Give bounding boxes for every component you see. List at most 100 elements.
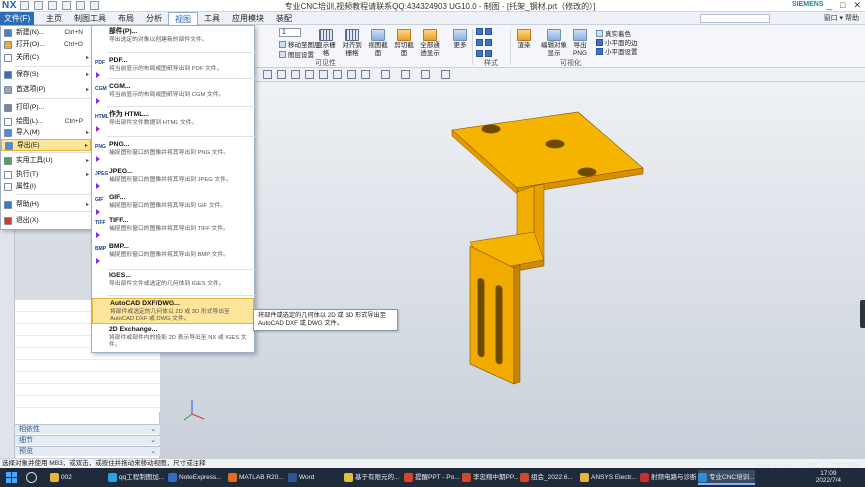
export-item-9[interactable]: IGES... 导出部件文件或选定的几何体到 IGES 文件。	[92, 271, 254, 291]
snap-tangent-icon[interactable]	[361, 70, 370, 79]
export-item-0[interactable]: 部件(P)... 导出选定的对象以创建新的部件文件。	[92, 27, 254, 49]
style-item-1[interactable]	[476, 28, 494, 36]
work-view-icon[interactable]	[441, 70, 450, 79]
layer-spinner[interactable]: 1	[279, 28, 301, 37]
tab-3[interactable]: 分析	[140, 12, 168, 25]
view-section-button[interactable]: 视图截面	[366, 29, 390, 58]
taskbar-item-11[interactable]: 专业CNC培训...	[698, 470, 755, 485]
export-item-6[interactable]: GIF GIF... 捕捉图形窗口的图像并将其导出到 GIF 文件。	[92, 193, 254, 215]
submenu-arrow-icon: ▸	[85, 87, 89, 93]
export-item-10[interactable]: AutoCAD DXF/DWG... 将部件或选定的几何体以 2D 或 3D 形式…	[92, 298, 254, 324]
taskbar-item-10[interactable]: 射频电路与诊断	[640, 470, 697, 485]
tab-5[interactable]: 工具	[198, 12, 226, 25]
details-panel[interactable]: 细节 ⌄	[15, 435, 160, 445]
maximize-button[interactable]: □	[840, 0, 845, 11]
snap-center-icon[interactable]	[305, 70, 314, 79]
tab-4[interactable]: 视图	[168, 12, 198, 25]
export-item-7[interactable]: TIFF TIFF... 捕捉图形窗口的图像并将其导出到 TIFF 文件。	[92, 216, 254, 238]
style-item-3[interactable]	[476, 50, 494, 58]
export-item-1[interactable]: PDF PDF... 将当前显示的布局或图纸导出到 PDF 文件。	[92, 56, 254, 78]
menu-separator	[15, 66, 91, 67]
undo-icon[interactable]	[34, 1, 43, 10]
tab-1[interactable]: 制图工具	[68, 12, 112, 25]
redo-icon[interactable]	[48, 1, 57, 10]
more-icon	[453, 29, 467, 41]
layer-settings-item[interactable]: 图层设置	[279, 49, 314, 59]
render-button[interactable]: 渲染	[512, 29, 536, 50]
show-grid-button[interactable]: 显示栅格	[314, 29, 338, 58]
snap-intersect-icon[interactable]	[333, 70, 342, 79]
tab-2[interactable]: 布局	[112, 12, 140, 25]
search-icon[interactable]	[26, 472, 37, 483]
tab-6[interactable]: 应用模块	[226, 12, 270, 25]
snap-end-icon[interactable]	[277, 70, 286, 79]
taskbar-item-1[interactable]: qq工程制图加...	[108, 470, 164, 485]
file-menu-item-0[interactable]: 新建(N)... Ctrl+N	[1, 27, 91, 39]
tab-7[interactable]: 装配	[270, 12, 298, 25]
taskbar-item-4[interactable]: Word	[288, 470, 314, 485]
export-arrow-icon	[96, 258, 100, 264]
side-panel-handle[interactable]	[860, 300, 865, 328]
chevron-down-icon: ⌄	[150, 437, 156, 444]
view-orient-icon[interactable]	[381, 70, 390, 79]
file-menu-item-1[interactable]: 打开(O)... Ctrl+O	[1, 39, 91, 51]
file-menu-item-7[interactable]: 导入(M) ▸	[1, 127, 91, 139]
file-menu-tab[interactable]: 文件(F)	[0, 12, 34, 25]
file-menu-item-13[interactable]: 退出(X)	[1, 215, 91, 227]
file-menu-item-4[interactable]: 首选项(P) ▸	[1, 84, 91, 96]
file-menu-item-12[interactable]: 帮助(H) ▸	[1, 199, 91, 211]
graphics-window[interactable]	[160, 82, 865, 458]
snap-mid-icon[interactable]	[291, 70, 300, 79]
file-menu-item-8[interactable]: 导出(E) ▸	[1, 139, 91, 151]
window-help-menu[interactable]: 窗口 ▾ 帮助	[824, 12, 859, 25]
taskbar-item-3[interactable]: MATLAB R20...	[228, 470, 284, 485]
edit-object-display-button[interactable]: 编辑对象显示	[540, 29, 568, 58]
move-icon[interactable]	[263, 70, 272, 79]
export-item-2[interactable]: CGM CGM... 将当前显示的布局或图纸导出到 CGM 文件。	[92, 82, 254, 104]
export-item-8[interactable]: BMP BMP... 捕捉图形窗口的图像并将其导出到 BMP 文件。	[92, 242, 254, 264]
taskbar-item-6[interactable]: 提醒PPT - Po...	[404, 470, 460, 485]
taskbar-item-8[interactable]: 组会_2022.6...	[520, 470, 573, 485]
taskbar-item-0[interactable]: 002	[50, 470, 72, 485]
more-button[interactable]: 更多	[448, 29, 472, 50]
file-menu-item-11[interactable]: 属性(I)	[1, 181, 91, 193]
snap-point-icon[interactable]	[319, 70, 328, 79]
taskbar-item-9[interactable]: ANSYS Electr...	[580, 470, 637, 485]
export-item-5[interactable]: JPEG JPEG... 捕捉图形窗口的图像并将其导出到 JPEG 文件。	[92, 167, 254, 189]
taskbar-item-7[interactable]: 李忠翔中期PP...	[462, 470, 519, 485]
file-menu-item-5[interactable]: 打印(P)...	[1, 102, 91, 114]
paste-icon[interactable]	[90, 1, 99, 10]
file-menu-item-2[interactable]: 关闭(C) ▸	[1, 52, 91, 64]
file-menu-item-3[interactable]: 保存(S) ▸	[1, 69, 91, 81]
cut-icon[interactable]	[62, 1, 71, 10]
wireframe-icon	[485, 28, 492, 35]
file-menu-label: 导出(E)	[17, 142, 40, 149]
layer-visibility-icon[interactable]	[421, 70, 430, 79]
copy-icon[interactable]	[76, 1, 85, 10]
snap-line-icon[interactable]	[347, 70, 356, 79]
file-menu-item-10[interactable]: 执行(T) ▸	[1, 169, 91, 181]
preview-panel[interactable]: 预览 ⌄	[15, 446, 160, 456]
windows-start-icon[interactable]	[6, 472, 17, 483]
export-item-4[interactable]: PNG PNG... 捕捉图形窗口的图像并将其导出到 PNG 文件。	[92, 140, 254, 162]
save-icon[interactable]	[20, 1, 29, 10]
display-mode-icon[interactable]	[401, 70, 410, 79]
dependencies-panel[interactable]: 相依性 ⌄	[15, 424, 160, 434]
export-item-3[interactable]: HTML 作为 HTML... 导出部件文件数据到 HTML 文件。	[92, 110, 254, 132]
style-item-2[interactable]	[476, 39, 494, 47]
minimize-button[interactable]: _	[827, 0, 832, 11]
file-menu-item-9[interactable]: 实用工具(U) ▸	[1, 155, 91, 167]
taskbar-item-2[interactable]: NoteExpress...	[168, 470, 222, 485]
translucency-button[interactable]: 全部通透显示	[418, 29, 442, 58]
export-item-11[interactable]: 2D Exchange... 将部件或部件内的投影 2D 表示导出至 NX 或 I…	[92, 325, 254, 348]
snap-grid-button[interactable]: 对齐到栅格	[340, 29, 364, 58]
system-clock[interactable]: 17:09 2022/7/4	[816, 470, 841, 484]
taskbar-label: NoteExpress...	[179, 474, 222, 481]
taskbar-item-5[interactable]: 基于有限元的...	[344, 470, 399, 485]
command-search-input[interactable]	[700, 14, 770, 23]
tab-0[interactable]: 主页	[40, 12, 68, 25]
close-window-button[interactable]: ✕	[853, 0, 861, 11]
clip-section-button[interactable]: 剪切截面	[392, 29, 416, 58]
export-png-button[interactable]: 导出 PNG	[568, 29, 592, 58]
facet-settings-item[interactable]: 小平面设置	[596, 46, 638, 56]
